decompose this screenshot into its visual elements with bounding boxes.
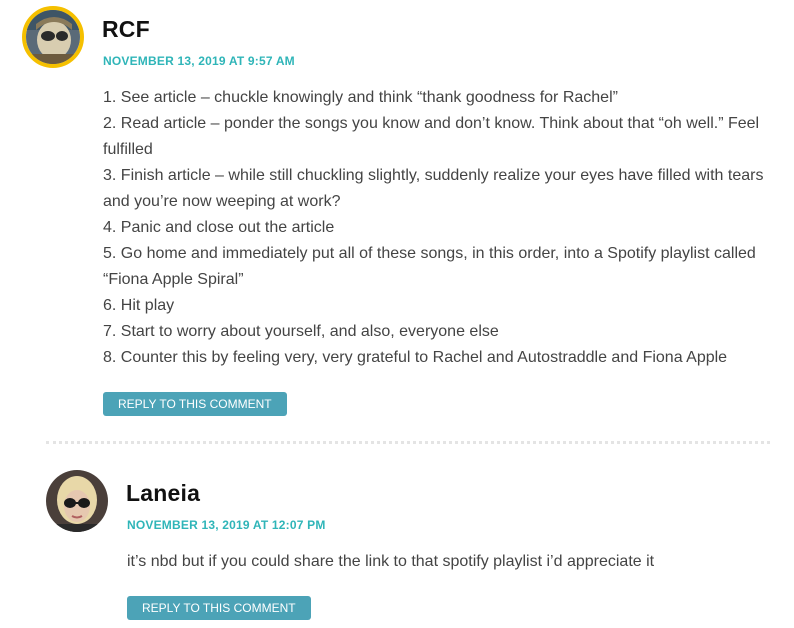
comment-date[interactable]: NOVEMBER 13, 2019 AT 9:57 AM: [103, 54, 295, 68]
comment-body: 1. See article – chuckle knowingly and t…: [103, 85, 775, 371]
avatar[interactable]: [46, 470, 108, 532]
comment-body: it’s nbd but if you could share the link…: [127, 549, 767, 575]
comment-line: 8. Counter this by feeling very, very gr…: [103, 349, 728, 366]
comment-divider: [46, 441, 770, 444]
comment-line: 3. Finish article – while still chucklin…: [103, 167, 764, 210]
comment-author[interactable]: Laneia: [126, 480, 200, 507]
avatar-image: [46, 470, 108, 532]
comment-line: 6. Hit play: [103, 297, 175, 314]
comment-line: 4. Panic and close out the article: [103, 219, 335, 236]
comment-date[interactable]: NOVEMBER 13, 2019 AT 12:07 PM: [127, 518, 326, 532]
reply-button[interactable]: REPLY TO THIS COMMENT: [103, 392, 287, 416]
comment-line: 1. See article – chuckle knowingly and t…: [103, 89, 618, 106]
comment-line: 5. Go home and immediately put all of th…: [103, 245, 756, 288]
comment-line: 2. Read article – ponder the songs you k…: [103, 115, 760, 158]
avatar[interactable]: [22, 6, 84, 68]
reply-button[interactable]: REPLY TO THIS COMMENT: [127, 596, 311, 620]
avatar-image: [26, 10, 80, 64]
comment-line: it’s nbd but if you could share the link…: [127, 553, 655, 570]
comment-author[interactable]: RCF: [102, 16, 150, 43]
comment-line: 7. Start to worry about yourself, and al…: [103, 323, 499, 340]
